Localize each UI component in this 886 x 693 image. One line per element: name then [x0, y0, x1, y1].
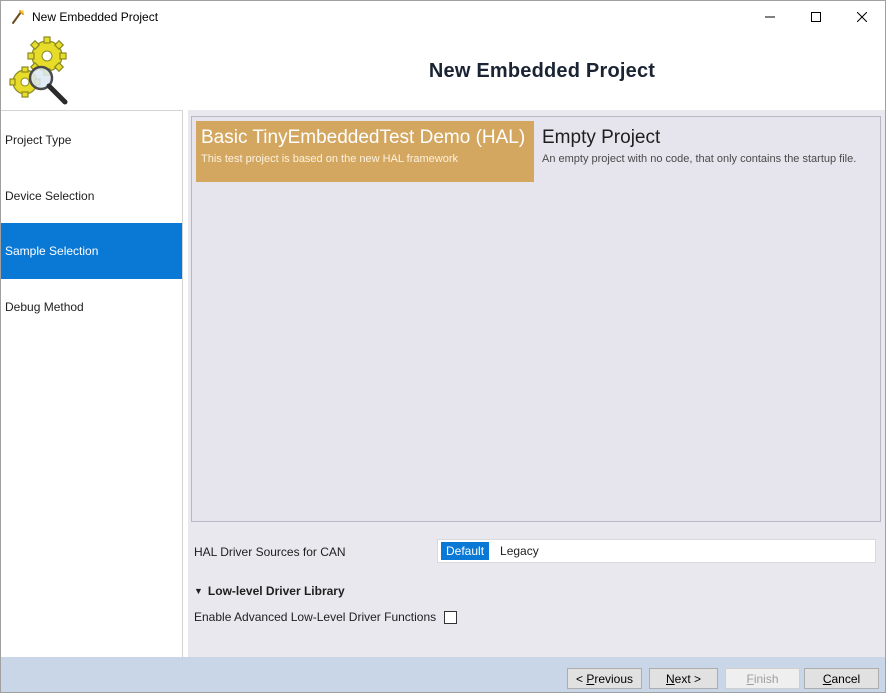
sample-card-empty-project[interactable]: Empty Project An empty project with no c… — [537, 121, 877, 182]
previous-prefix: < — [575, 671, 587, 686]
wizard-footer: < Previous Next > Finish Cancel — [1, 657, 885, 692]
sidebar-item-label: Debug Method — [5, 300, 84, 314]
previous-accelerator: P — [586, 671, 595, 686]
wizard-header: New Embedded Project — [1, 32, 885, 110]
window-title: New Embedded Project — [32, 9, 159, 24]
hal-driver-selector: Default Legacy — [437, 539, 876, 563]
wizard-wand-icon — [12, 9, 24, 24]
maximize-button[interactable] — [793, 1, 839, 32]
sidebar-item-label: Device Selection — [5, 189, 95, 203]
title-bar[interactable]: New Embedded Project — [1, 1, 885, 32]
window-controls — [747, 1, 885, 32]
sidebar-item-label: Project Type — [5, 133, 72, 147]
next-accelerator: N — [665, 671, 675, 686]
finish-label: inish — [753, 671, 779, 686]
section-label: Low-level Driver Library — [207, 584, 345, 598]
sample-title: Empty Project — [542, 127, 661, 148]
previous-label: revious — [594, 671, 634, 686]
minimize-icon — [765, 16, 775, 17]
expand-triangle-icon: ▼ — [194, 586, 203, 596]
hal-option-legacy[interactable]: Legacy — [495, 542, 544, 560]
advanced-ll-driver-label: Enable Advanced Low-Level Driver Functio… — [194, 610, 437, 624]
finish-button[interactable]: Finish — [725, 668, 800, 689]
minimize-button[interactable] — [747, 1, 793, 32]
panel-divider — [183, 110, 188, 657]
wizard-steps-sidebar: Project Type Device Selection Sample Sel… — [1, 110, 183, 657]
hal-option-default[interactable]: Default — [441, 542, 490, 560]
sidebar-item-sample-selection[interactable]: Sample Selection — [1, 223, 182, 279]
cancel-accelerator: C — [822, 671, 832, 686]
maximize-icon — [811, 11, 821, 22]
finish-accelerator: F — [746, 671, 754, 686]
low-level-driver-section-toggle[interactable]: ▼ Low-level Driver Library — [194, 584, 345, 598]
cancel-button[interactable]: Cancel — [804, 668, 879, 689]
new-embedded-project-window: New Embedded Project New Embedded Projec… — [0, 0, 886, 693]
close-icon — [857, 11, 867, 22]
page-heading: New Embedded Project — [428, 60, 656, 82]
sample-description: An empty project with no code, that only… — [542, 153, 857, 165]
next-button[interactable]: Next > — [649, 668, 718, 689]
next-label: ext > — [674, 671, 702, 686]
sidebar-item-debug-method[interactable]: Debug Method — [1, 279, 182, 335]
sample-card-basic-tinyembeddedtest[interactable]: Basic TinyEmbeddedTest Demo (HAL) This t… — [196, 121, 534, 182]
advanced-ll-driver-row: Enable Advanced Low-Level Driver Functio… — [194, 610, 458, 624]
sample-selection-panel: Basic TinyEmbeddedTest Demo (HAL) This t… — [183, 110, 885, 657]
previous-button[interactable]: < Previous — [567, 668, 642, 689]
sidebar-item-project-type[interactable]: Project Type — [1, 112, 182, 168]
sample-description: This test project is based on the new HA… — [201, 153, 458, 165]
sample-list[interactable]: Basic TinyEmbeddedTest Demo (HAL) This t… — [191, 116, 881, 522]
cancel-label: ancel — [831, 671, 861, 686]
sidebar-item-label: Sample Selection — [5, 244, 99, 258]
wizard-body: Project Type Device Selection Sample Sel… — [1, 110, 885, 657]
close-button[interactable] — [839, 1, 885, 32]
sidebar-item-device-selection[interactable]: Device Selection — [1, 168, 182, 224]
sample-title: Basic TinyEmbeddedTest Demo (HAL) — [201, 127, 526, 148]
hal-driver-label: HAL Driver Sources for CAN — [194, 545, 346, 559]
advanced-ll-driver-checkbox[interactable] — [444, 610, 458, 624]
